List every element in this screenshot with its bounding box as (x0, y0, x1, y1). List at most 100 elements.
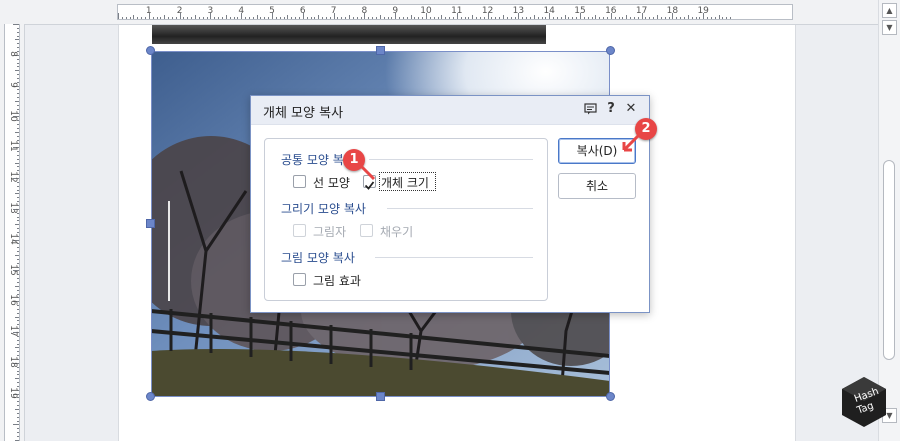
ruler-tick (503, 15, 504, 19)
comment-icon[interactable] (582, 101, 598, 119)
ruler-number: 4 (238, 6, 245, 16)
handle-middle-left[interactable] (146, 219, 155, 228)
section-divider (369, 159, 533, 160)
ruler-number: 1 (145, 6, 152, 16)
checkbox-picture-effect[interactable] (293, 273, 306, 286)
handle-bottom-right[interactable] (606, 392, 615, 401)
ruler-tick (472, 15, 474, 19)
ruler-tick (160, 17, 162, 19)
ruler-tick (345, 17, 347, 19)
ruler-tick (17, 351, 19, 353)
ruler-tick (218, 17, 220, 19)
help-icon[interactable]: ? (603, 101, 619, 116)
dialog-title-bar[interactable]: 개체 모양 복사 ? ✕ (251, 96, 649, 125)
ruler-tick (17, 382, 19, 384)
ruler-number: 2 (176, 6, 183, 16)
scroll-down-small-button[interactable]: ▼ (882, 20, 897, 35)
ruler-tick (645, 17, 647, 19)
handle-bottom-left[interactable] (146, 392, 155, 401)
handle-top-middle[interactable] (376, 46, 385, 55)
ruler-tick (17, 416, 19, 418)
ruler-tick (17, 289, 19, 291)
ruler-tick (133, 15, 135, 19)
ruler-tick (17, 343, 19, 345)
ruler-tick (15, 378, 19, 380)
ruler-tick (15, 131, 19, 133)
ruler-tick (341, 17, 343, 19)
options-group: 공통 모양 복사 선 모양 개체 크기 그리기 모양 복사 그림자 채우기 그림… (264, 138, 548, 301)
cancel-button[interactable]: 취소 (558, 173, 636, 199)
ruler-tick (506, 17, 508, 19)
vertical-ruler[interactable]: 8 9 10 11 12 13 14 15 16 17 18 19 (0, 24, 25, 441)
checkbox-shadow[interactable] (293, 224, 306, 237)
close-icon[interactable]: ✕ (623, 101, 639, 116)
ruler-number: 10 (420, 6, 432, 16)
ruler-tick (464, 17, 466, 19)
ruler-tick (630, 17, 632, 19)
label-picture-effect: 그림 효과 (313, 274, 361, 288)
ruler-tick (17, 216, 19, 218)
horizontal-ruler-track[interactable]: 1 2 3 4 5 6 7 8 9 10 11 12 13 14 15 16 17 18 19 (117, 4, 793, 20)
ruler-tick (15, 193, 19, 195)
ruler-tick (225, 15, 227, 19)
ruler-tick (356, 17, 358, 19)
ruler-tick (649, 17, 651, 19)
ruler-tick (349, 15, 350, 19)
ruler-tick (402, 17, 404, 19)
ruler-tick (533, 15, 535, 19)
ruler-tick (264, 17, 266, 19)
label-object-size: 개체 크기 (381, 176, 429, 190)
ruler-tick (387, 17, 389, 19)
ruler-tick (152, 17, 154, 19)
ruler-number: 9 (8, 81, 18, 88)
handle-top-left[interactable] (146, 46, 155, 55)
dialog-title: 개체 모양 복사 (263, 106, 344, 121)
ruler-tick (17, 420, 19, 422)
ruler-tick (314, 17, 316, 19)
ruler-number: 6 (299, 6, 306, 16)
ruler-number: 3 (207, 6, 214, 16)
section-title-drawing: 그리기 모양 복사 (281, 202, 366, 216)
ruler-tick (714, 17, 716, 19)
ruler-tick (275, 17, 277, 19)
ruler-tick (483, 17, 485, 19)
ruler-tick (383, 17, 385, 19)
ruler-tick (17, 308, 19, 310)
section-divider (387, 208, 533, 209)
ruler-number: 16 (605, 6, 617, 16)
ruler-tick (618, 17, 620, 19)
ruler-tick (352, 17, 354, 19)
ruler-tick (279, 17, 281, 19)
ruler-tick (372, 17, 374, 19)
ruler-tick (591, 17, 593, 19)
handle-top-right[interactable] (606, 46, 615, 55)
horizontal-ruler[interactable]: 1 2 3 4 5 6 7 8 9 10 11 12 13 14 15 16 17 18 19 (0, 0, 878, 25)
ruler-tick (368, 17, 370, 19)
ruler-tick (687, 15, 689, 19)
ruler-number: 17 (8, 325, 18, 337)
ruler-tick (606, 17, 608, 19)
ruler-number: 8 (8, 51, 18, 57)
ruler-tick (125, 17, 127, 19)
ruler-tick (171, 17, 173, 19)
ruler-tick (329, 17, 331, 19)
previous-image-bottom[interactable] (152, 25, 546, 44)
ruler-tick (683, 17, 685, 19)
ruler-tick (599, 17, 601, 19)
ruler-tick (468, 17, 470, 19)
scroll-up-button[interactable]: ▲ (882, 3, 897, 18)
ruler-tick (17, 124, 19, 126)
handle-bottom-middle[interactable] (376, 392, 385, 401)
ruler-tick (15, 224, 19, 226)
ruler-tick (17, 412, 19, 414)
ruler-tick (17, 278, 19, 280)
vertical-scrollbar[interactable]: ▲ ▼ ▼ (878, 0, 900, 441)
ruler-tick (495, 17, 497, 19)
checkbox-line-shape[interactable] (293, 175, 306, 188)
checkbox-fill[interactable] (360, 224, 373, 237)
scroll-thumb[interactable] (883, 160, 895, 360)
ruler-number: 5 (269, 6, 275, 16)
ruler-tick (657, 15, 658, 19)
vertical-ruler-track[interactable]: 8 9 10 11 12 13 14 15 16 17 18 19 (4, 24, 20, 441)
ruler-tick (17, 166, 19, 168)
